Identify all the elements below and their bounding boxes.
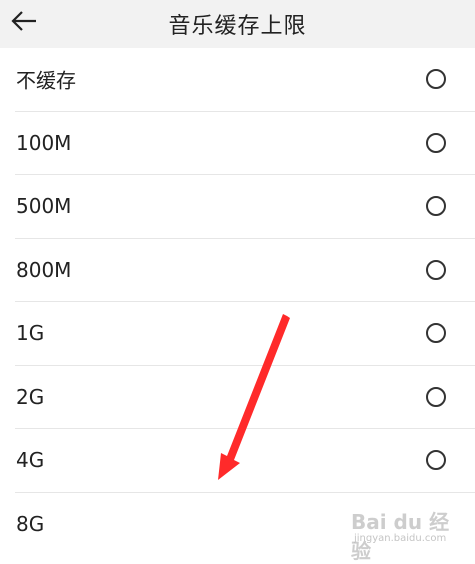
- top-bar: 音乐缓存上限: [0, 0, 475, 48]
- radio-button[interactable]: [426, 259, 446, 280]
- option-row-4g[interactable]: 4G: [15, 429, 475, 493]
- option-label: 100M: [16, 130, 72, 155]
- option-label: 8G: [16, 512, 45, 537]
- baidu-watermark: Bai du 经验 jingyan.baidu.com: [351, 506, 461, 563]
- radio-button[interactable]: [426, 323, 446, 344]
- radio-button[interactable]: [426, 196, 446, 217]
- option-row-no-cache[interactable]: 不缓存: [15, 48, 475, 112]
- option-row-800m[interactable]: 800M: [15, 239, 475, 302]
- option-row-1g[interactable]: 1G: [15, 302, 475, 366]
- radio-button[interactable]: [426, 69, 446, 90]
- option-label: 1G: [16, 321, 45, 346]
- option-row-500m[interactable]: 500M: [15, 175, 475, 239]
- option-label: 4G: [16, 448, 45, 473]
- radio-button[interactable]: [426, 450, 446, 471]
- page-title: 音乐缓存上限: [168, 14, 307, 39]
- option-list: 不缓存 100M 500M 800M 1G 2G 4G 8G: [0, 48, 475, 556]
- option-row-100m[interactable]: 100M: [15, 112, 475, 175]
- option-label: 800M: [16, 257, 72, 282]
- radio-button[interactable]: [426, 132, 446, 153]
- option-label: 2G: [16, 384, 45, 409]
- option-label: 不缓存: [16, 68, 76, 93]
- option-label: 500M: [16, 194, 72, 219]
- watermark-url: jingyan.baidu.com: [354, 533, 447, 544]
- radio-button[interactable]: [426, 386, 446, 407]
- option-row-2g[interactable]: 2G: [15, 366, 475, 429]
